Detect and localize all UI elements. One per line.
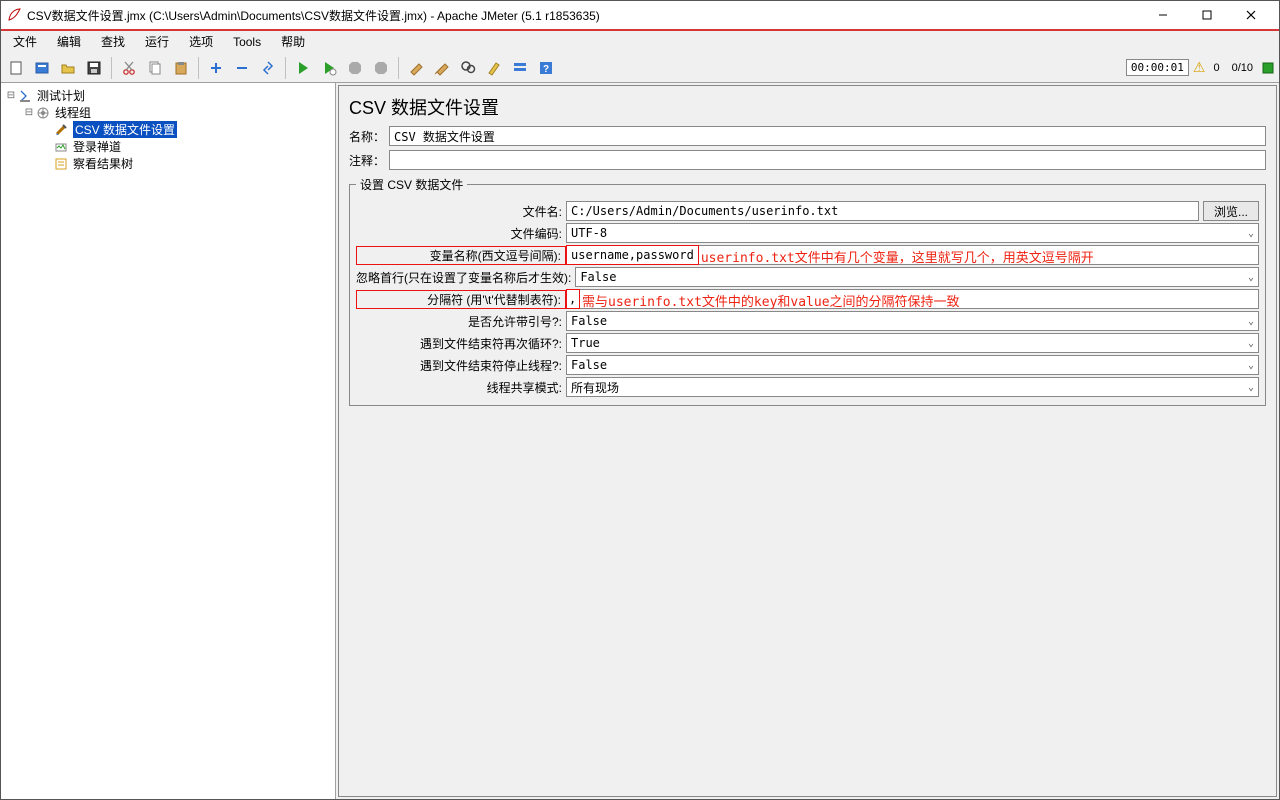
name-label: 名称： bbox=[349, 128, 389, 145]
menu-help[interactable]: 帮助 bbox=[275, 31, 311, 52]
chevron-down-icon: ⌄ bbox=[1248, 228, 1254, 239]
save-icon[interactable] bbox=[83, 57, 105, 79]
delimiter-label: 分隔符 (用'\t'代替制表符): bbox=[356, 290, 566, 309]
function-helper-icon[interactable] bbox=[509, 57, 531, 79]
recycle-label: 遇到文件结束符再次循环?: bbox=[356, 335, 566, 352]
menu-file[interactable]: 文件 bbox=[7, 31, 43, 52]
thread-count: 0/10 bbox=[1232, 62, 1253, 74]
svg-text:?: ? bbox=[543, 64, 549, 75]
csv-settings-group: 设置 CSV 数据文件 文件名: 浏览... 文件编码: UTF-8 ⌄ bbox=[349, 176, 1266, 406]
ignorefirst-label: 忽略首行(只在设置了变量名称后才生效): bbox=[356, 269, 575, 286]
varnames-label: 变量名称(西文逗号间隔): bbox=[356, 246, 566, 265]
chevron-down-icon: ⌄ bbox=[1248, 272, 1254, 283]
sharing-label: 线程共享模式: bbox=[356, 379, 566, 396]
stop-icon[interactable] bbox=[344, 57, 366, 79]
tree-csv-config[interactable]: CSV 数据文件设置 bbox=[73, 121, 177, 138]
sharing-value: 所有现场 bbox=[571, 379, 619, 396]
stop-value: False bbox=[571, 358, 607, 372]
search-icon[interactable] bbox=[457, 57, 479, 79]
menu-run[interactable]: 运行 bbox=[139, 31, 175, 52]
chevron-down-icon: ⌄ bbox=[1248, 316, 1254, 327]
delimiter-input[interactable]: , bbox=[566, 289, 580, 309]
varnames-input[interactable]: username,password bbox=[566, 245, 699, 265]
app-icon bbox=[7, 8, 21, 22]
filename-input[interactable] bbox=[566, 201, 1199, 221]
minimize-button[interactable] bbox=[1141, 3, 1185, 27]
status-led bbox=[1261, 61, 1275, 75]
clear-icon[interactable] bbox=[405, 57, 427, 79]
tree-twisty[interactable]: ⊟ bbox=[23, 107, 35, 118]
maximize-button[interactable] bbox=[1185, 3, 1229, 27]
quoted-combo[interactable]: False ⌄ bbox=[566, 311, 1259, 331]
properties-pane: CSV 数据文件设置 名称： 注释： 设置 CSV 数据文件 文件名: 浏览..… bbox=[336, 83, 1279, 799]
cut-icon[interactable] bbox=[118, 57, 140, 79]
warning-icon[interactable]: ⚠ bbox=[1193, 59, 1206, 76]
menu-options[interactable]: 选项 bbox=[183, 31, 219, 52]
templates-icon[interactable] bbox=[31, 57, 53, 79]
ignorefirst-value: False bbox=[580, 270, 616, 284]
annotation-delimiter: 需与userinfo.txt文件中的key和value之间的分隔符保持一致 bbox=[582, 291, 960, 310]
chevron-down-icon: ⌄ bbox=[1248, 360, 1254, 371]
run-no-pause-icon[interactable] bbox=[318, 57, 340, 79]
reset-search-icon[interactable] bbox=[483, 57, 505, 79]
sampler-icon bbox=[53, 139, 69, 155]
tree-panel[interactable]: ⊟ 测试计划 ⊟ 线程组 CSV 数据文件设置 登录禅道 察看结果树 bbox=[1, 83, 336, 799]
varnames-field-rest[interactable]: userinfo.txt文件中有几个变量，这里就写几个，用英文逗号隔开 bbox=[699, 245, 1259, 265]
encoding-value: UTF-8 bbox=[571, 226, 607, 240]
csvconfig-icon bbox=[53, 122, 69, 138]
comment-input[interactable] bbox=[389, 150, 1266, 170]
tree-testplan[interactable]: 测试计划 bbox=[37, 87, 85, 104]
tree-view-results[interactable]: 察看结果树 bbox=[73, 155, 133, 172]
new-icon[interactable] bbox=[5, 57, 27, 79]
quoted-value: False bbox=[571, 314, 607, 328]
recycle-combo[interactable]: True ⌄ bbox=[566, 333, 1259, 353]
filename-label: 文件名: bbox=[356, 203, 566, 220]
tree-threadgroup[interactable]: 线程组 bbox=[55, 104, 91, 121]
sharing-combo[interactable]: 所有现场 ⌄ bbox=[566, 377, 1259, 397]
toggle-icon[interactable] bbox=[257, 57, 279, 79]
chevron-down-icon: ⌄ bbox=[1248, 382, 1254, 393]
browse-button[interactable]: 浏览... bbox=[1203, 201, 1259, 221]
name-input[interactable] bbox=[389, 126, 1266, 146]
encoding-combo[interactable]: UTF-8 ⌄ bbox=[566, 223, 1259, 243]
collapse-icon[interactable] bbox=[231, 57, 253, 79]
recycle-value: True bbox=[571, 336, 600, 350]
ignorefirst-combo[interactable]: False ⌄ bbox=[575, 267, 1259, 287]
delimiter-field-rest[interactable]: 需与userinfo.txt文件中的key和value之间的分隔符保持一致 bbox=[580, 289, 1259, 309]
run-icon[interactable] bbox=[292, 57, 314, 79]
help-icon[interactable]: ? bbox=[535, 57, 557, 79]
chevron-down-icon: ⌄ bbox=[1248, 338, 1254, 349]
shutdown-icon[interactable] bbox=[370, 57, 392, 79]
window-title: CSV数据文件设置.jmx (C:\Users\Admin\Documents\… bbox=[27, 7, 1141, 24]
stop-combo[interactable]: False ⌄ bbox=[566, 355, 1259, 375]
menu-tools[interactable]: Tools bbox=[227, 33, 267, 51]
menu-search[interactable]: 查找 bbox=[95, 31, 131, 52]
stop-label: 遇到文件结束符停止线程?: bbox=[356, 357, 566, 374]
copy-icon[interactable] bbox=[144, 57, 166, 79]
fieldset-legend: 设置 CSV 数据文件 bbox=[356, 176, 467, 193]
title-bar: CSV数据文件设置.jmx (C:\Users\Admin\Documents\… bbox=[1, 1, 1279, 29]
timer: 00:00:01 bbox=[1126, 59, 1189, 76]
close-button[interactable] bbox=[1229, 3, 1273, 27]
encoding-label: 文件编码: bbox=[356, 225, 566, 242]
menu-edit[interactable]: 编辑 bbox=[51, 31, 87, 52]
panel-title: CSV 数据文件设置 bbox=[349, 94, 1266, 120]
viewresults-icon bbox=[53, 156, 69, 172]
clear-all-icon[interactable] bbox=[431, 57, 453, 79]
menu-bar: 文件 编辑 查找 运行 选项 Tools 帮助 bbox=[1, 31, 1279, 53]
paste-icon[interactable] bbox=[170, 57, 192, 79]
tree-twisty[interactable]: ⊟ bbox=[5, 90, 17, 101]
expand-icon[interactable] bbox=[205, 57, 227, 79]
testplan-icon bbox=[17, 88, 33, 104]
annotation-varnames: userinfo.txt文件中有几个变量，这里就写几个，用英文逗号隔开 bbox=[701, 247, 1094, 266]
threadgroup-icon bbox=[35, 105, 51, 121]
error-count: 0 bbox=[1213, 62, 1219, 74]
quoted-label: 是否允许带引号?: bbox=[356, 313, 566, 330]
comment-label: 注释： bbox=[349, 152, 389, 169]
tree-login[interactable]: 登录禅道 bbox=[73, 138, 121, 155]
open-icon[interactable] bbox=[57, 57, 79, 79]
toolbar: ? 00:00:01 ⚠ 0 0/10 bbox=[1, 53, 1279, 83]
